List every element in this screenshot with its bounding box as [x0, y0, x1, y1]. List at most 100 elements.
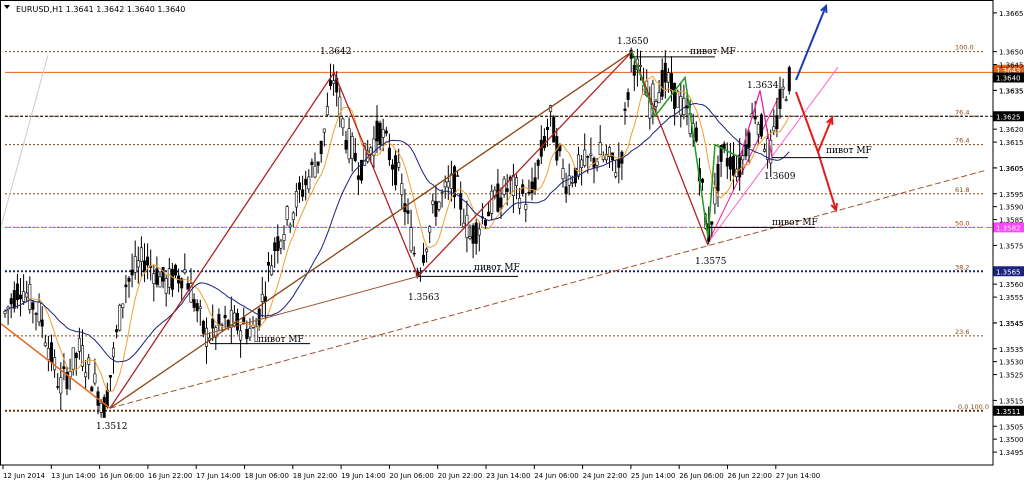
candle-body	[632, 64, 636, 76]
grey-trendline	[0, 54, 49, 231]
candle-body	[87, 357, 91, 365]
candle-body	[288, 224, 292, 228]
candle-body	[443, 181, 447, 188]
y-tick-label: 1.3645	[999, 62, 1024, 70]
candle-body	[657, 92, 661, 104]
candle-body	[378, 122, 382, 145]
candle-body	[775, 115, 779, 130]
candle-body	[143, 260, 147, 273]
candle-body	[332, 80, 336, 84]
candle-body	[322, 128, 326, 133]
candle-body	[487, 211, 491, 217]
candle-body	[353, 152, 357, 161]
candle-body	[673, 82, 677, 109]
x-tick-label: 16 Jun 22:00	[148, 472, 192, 480]
candle-body	[784, 99, 788, 101]
candle-body	[254, 326, 258, 342]
candle-body	[155, 268, 159, 285]
dashed-support-trendline	[109, 170, 986, 409]
candle-body	[434, 201, 438, 217]
candle-body	[108, 375, 112, 378]
y-tick-label: 1.3615	[999, 139, 1024, 147]
candle-body	[772, 126, 776, 131]
y-tick-label: 1.3650	[999, 49, 1024, 57]
y-tick-label: 1.3495	[999, 449, 1024, 457]
candle-body	[319, 140, 323, 155]
candle-body	[759, 114, 763, 137]
candle-body	[456, 175, 460, 177]
x-tick-label: 20 Jun 22:00	[438, 472, 482, 480]
candle-body	[762, 148, 766, 152]
ma-slow-line	[4, 103, 790, 363]
candle-body	[127, 277, 131, 282]
candle-body	[316, 161, 320, 166]
x-tick-label: 25 Jun 14:00	[631, 472, 675, 480]
candle-body	[576, 154, 580, 177]
candle-body	[325, 106, 329, 116]
candle-body	[728, 156, 732, 170]
candle-body	[428, 226, 432, 233]
candle-body	[390, 164, 394, 170]
candle-body	[716, 163, 720, 192]
fib-level-label: 0.0 100.0	[958, 403, 989, 411]
candle-body	[62, 366, 66, 370]
candle-body	[753, 115, 757, 120]
candle-body	[499, 197, 503, 208]
candle-body	[521, 184, 525, 194]
forecast-red-down	[795, 91, 819, 153]
chart-window: 100.0 76.4 61.8 50.0 38.2 23.6 0.0 100.0 76.4 1…	[0, 0, 1024, 482]
candle-body	[248, 328, 252, 338]
wave-brown-lower	[199, 275, 419, 337]
candle-body	[440, 192, 444, 194]
candle-body	[310, 161, 314, 166]
candle-body	[781, 86, 785, 90]
candle-body	[297, 182, 301, 190]
candle-body	[3, 311, 7, 314]
candle-body	[201, 320, 205, 334]
candle-body	[25, 292, 29, 298]
y-tick-label: 1.3560	[999, 281, 1024, 289]
fib-level-label: 38.2	[955, 263, 969, 271]
candle-body	[174, 264, 178, 276]
candle-body	[9, 298, 13, 305]
candle-body	[741, 155, 745, 161]
candle-body	[40, 319, 44, 327]
candle-body	[564, 186, 568, 195]
candle-body	[273, 242, 277, 252]
candle-body	[152, 273, 156, 284]
candle-body	[394, 155, 398, 186]
candle-body	[669, 73, 673, 92]
pivot-label: пивот MF	[690, 47, 736, 57]
y-tick-label: 1.3535	[999, 346, 1024, 354]
candle-body	[700, 178, 704, 183]
candle-body	[437, 201, 441, 210]
candle-body	[766, 138, 770, 160]
candles-layer	[3, 47, 791, 418]
candle-body	[90, 386, 94, 392]
fib-level-label: 76.4	[955, 108, 969, 116]
y-tick-label: 1.3530	[999, 359, 1024, 367]
candle-body	[676, 91, 680, 108]
y-tick-label: 1.3585	[999, 217, 1024, 225]
wave-brown-channel	[109, 51, 633, 409]
candle-body	[654, 101, 658, 107]
swing-label: 1.3512	[96, 422, 128, 432]
candle-body	[589, 153, 593, 156]
candle-body	[164, 278, 168, 294]
candle-body	[257, 308, 261, 326]
price-chart[interactable]: 100.0 76.4 61.8 50.0 38.2 23.6 0.0 100.0 76.4 1…	[0, 0, 1024, 482]
candle-body	[239, 330, 243, 341]
fib-level-label: 50.0	[955, 219, 969, 227]
candle-body	[223, 315, 227, 319]
price-badge-label: 1.3582	[996, 224, 1021, 232]
candle-body	[583, 149, 587, 166]
plot-frame	[0, 0, 994, 466]
candle-body	[663, 62, 667, 83]
x-tick-label: 19 Jun 14:00	[341, 472, 385, 480]
candle-body	[84, 372, 88, 378]
dropdown-arrow-icon[interactable]	[4, 5, 10, 9]
trendlines-layer	[0, 54, 986, 409]
y-tick-label: 1.3595	[999, 191, 1024, 199]
candle-body	[356, 175, 360, 180]
candle-body	[301, 189, 305, 197]
